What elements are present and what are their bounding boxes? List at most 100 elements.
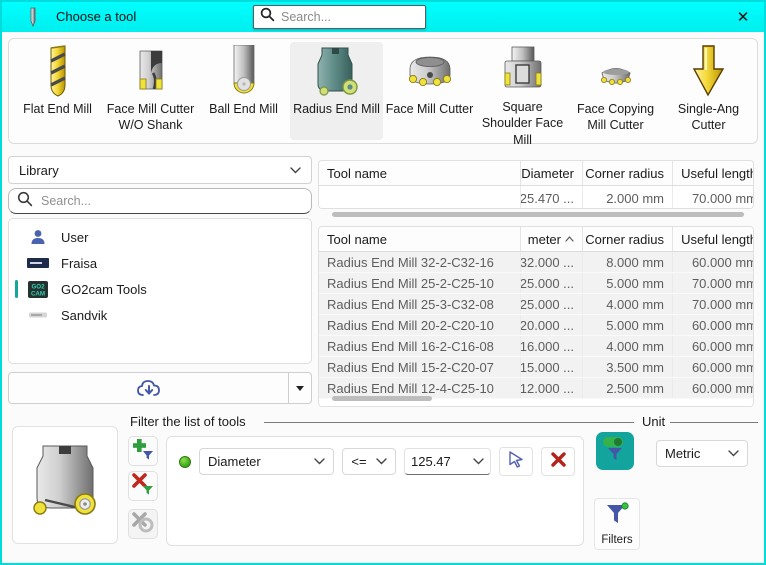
svg-text:CAM: CAM [31, 290, 45, 297]
title-search-input[interactable] [281, 10, 419, 24]
title-search-box[interactable] [253, 5, 426, 29]
filter-operator-value: <= [351, 454, 366, 469]
face-copying-mill-cutter-icon [590, 45, 642, 101]
svg-text:GO2: GO2 [31, 283, 45, 290]
cell-tool-name: Radius End Mill 20-2-C20-10 [319, 315, 521, 335]
cell-tool-name: Radius End Mill 12-4-C25-10 [319, 378, 521, 398]
cell-corner-radius: 8.000 mm [583, 252, 673, 272]
column-header-useful-length[interactable]: Useful length [673, 161, 753, 185]
sandvik-logo-icon [27, 306, 49, 324]
download-options-arrow[interactable] [289, 373, 311, 403]
remove-filter-button[interactable] [128, 471, 158, 501]
cell-corner-radius: 2.000 mm [583, 186, 673, 209]
single-angle-cutter-icon [685, 45, 733, 101]
selected-tool-table-hscrollbar[interactable] [332, 212, 744, 217]
tools-table-header: Tool name meter Corner radius Useful len… [319, 227, 753, 252]
cell-useful-length: 60.000 mm [673, 336, 753, 356]
cell-useful-length: 60.000 mm [673, 315, 753, 335]
tool-type-square-shoulder-face-mill[interactable]: Square Shoulder Face Mill [476, 42, 569, 140]
tool-row[interactable]: Radius End Mill 20-2-C20-10 20.000 ... 5… [319, 315, 753, 336]
enable-filters-toggle-button[interactable] [596, 432, 634, 470]
face-mill-wo-shank-icon [127, 45, 175, 101]
tool-type-label: Single-Ang Cutter [662, 101, 755, 134]
column-header-corner-radius[interactable]: Corner radius [583, 161, 673, 185]
cell-tool-name: Radius End Mill 25-2-C25-10 [319, 273, 521, 293]
tool-type-label: Radius End Mill [291, 101, 382, 117]
cell-tool-name: Radius End Mill 32-2-C32-16 [319, 252, 521, 272]
library-item-go2cam-tools[interactable]: GO2 CAM GO2cam Tools [9, 276, 311, 302]
selected-tool-row[interactable]: 125.470 ... 2.000 mm 70.000 mm [319, 186, 753, 209]
unit-dropdown[interactable]: Metric [656, 440, 748, 467]
cell-diameter: 20.000 ... [521, 315, 583, 335]
tool-type-label: Flat End Mill [21, 101, 94, 117]
tool-type-ball-end-mill[interactable]: Ball End Mill [197, 42, 290, 140]
column-header-useful-length[interactable]: Useful length [673, 227, 753, 251]
close-button[interactable]: ✕ [732, 6, 754, 28]
cell-diameter: 12.000 ... [521, 378, 583, 398]
tool-type-face-mill-wo-shank[interactable]: Face Mill Cutter W/O Shank [104, 42, 197, 140]
filter-value-combobox[interactable] [404, 448, 491, 475]
cell-useful-length: 60.000 mm [673, 378, 753, 398]
filter-operator-dropdown[interactable]: <= [342, 448, 396, 475]
cursor-pick-icon [507, 450, 525, 473]
library-search-box[interactable] [8, 188, 312, 214]
tools-table-hscrollbar[interactable] [332, 396, 432, 401]
tool-row[interactable]: Radius End Mill 25-3-C32-08 25.000 ... 4… [319, 294, 753, 315]
column-header-diameter[interactable]: Diameter [521, 161, 583, 185]
tool-row[interactable]: Radius End Mill 32-2-C32-16 32.000 ... 8… [319, 252, 753, 273]
tool-preview-image [23, 438, 107, 533]
library-dropdown-value: Library [19, 163, 59, 178]
unit-group-label: Unit [642, 414, 665, 429]
tool-row[interactable]: Radius End Mill 16-2-C16-08 16.000 ... 4… [319, 336, 753, 357]
chevron-down-icon [473, 458, 484, 465]
library-item-sandvik[interactable]: Sandvik [9, 302, 311, 328]
cell-corner-radius: 4.000 mm [583, 294, 673, 314]
toggle-on-funnel-icon [602, 435, 628, 468]
tool-type-radius-end-mill[interactable]: Radius End Mill [290, 42, 383, 140]
library-item-fraisa[interactable]: Fraisa [9, 250, 311, 276]
search-icon [17, 191, 33, 212]
filter-active-led [179, 456, 191, 468]
tool-type-label: Square Shoulder Face Mill [476, 99, 569, 148]
filter-value-input[interactable] [411, 454, 469, 469]
tool-row[interactable]: Radius End Mill 15-2-C20-07 15.000 ... 3… [319, 357, 753, 378]
cell-corner-radius: 2.500 mm [583, 378, 673, 398]
column-header-tool-name[interactable]: Tool name [319, 227, 521, 251]
add-filter-button[interactable] [128, 436, 158, 466]
column-header-corner-radius[interactable]: Corner radius [583, 227, 673, 251]
filters-button[interactable]: Filters [594, 498, 640, 550]
tool-row[interactable]: Radius End Mill 25-2-C25-10 25.000 ... 5… [319, 273, 753, 294]
library-name: User [61, 230, 88, 245]
pick-value-button[interactable] [499, 447, 533, 476]
library-item-user[interactable]: User [9, 224, 311, 250]
library-name: GO2cam Tools [61, 282, 147, 297]
cell-useful-length: 70.000 mm [673, 294, 753, 314]
tool-type-single-angle-cutter[interactable]: Single-Ang Cutter [662, 42, 755, 140]
unit-group-line [670, 422, 758, 423]
cell-corner-radius: 3.500 mm [583, 357, 673, 377]
search-icon [260, 7, 275, 27]
delete-filter-row-button[interactable] [541, 447, 575, 476]
filter-list-panel: Diameter <= [166, 436, 584, 546]
tool-type-label: Ball End Mill [207, 101, 280, 117]
tool-type-flat-end-mill[interactable]: Flat End Mill [11, 42, 104, 140]
tool-type-label: Face Copying Mill Cutter [569, 101, 662, 134]
tool-type-face-copying-mill-cutter[interactable]: Face Copying Mill Cutter [569, 42, 662, 140]
cell-diameter: 15.000 ... [521, 357, 583, 377]
titlebar: Choose a tool ✕ [2, 2, 764, 32]
clear-filter-button-disabled[interactable] [128, 509, 158, 539]
library-search-input[interactable] [41, 194, 303, 208]
red-x-icon [551, 452, 566, 472]
tool-type-face-mill-cutter[interactable]: Face Mill Cutter [383, 42, 476, 140]
column-header-tool-name[interactable]: Tool name [319, 161, 521, 185]
column-header-diameter[interactable]: meter [521, 227, 583, 251]
tool-type-label: Face Mill Cutter W/O Shank [104, 101, 197, 134]
sort-ascending-icon [565, 236, 574, 242]
cell-useful-length: 70.000 mm [673, 186, 753, 209]
selection-bar [15, 280, 18, 298]
filter-row: Diameter <= [167, 437, 583, 476]
choose-a-tool-dialog: Choose a tool ✕ Flat End Mill [0, 0, 766, 565]
download-library-button[interactable] [8, 372, 312, 404]
library-dropdown[interactable]: Library [8, 156, 312, 184]
filter-field-dropdown[interactable]: Diameter [199, 448, 334, 475]
